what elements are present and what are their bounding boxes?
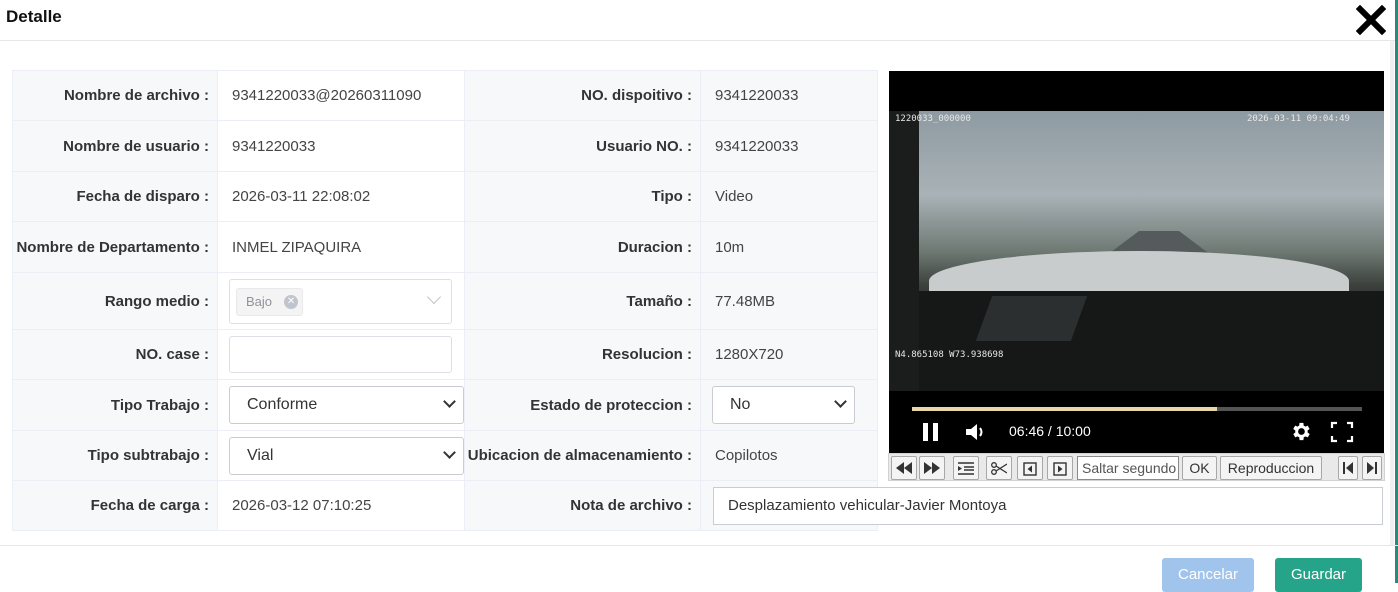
rewind-icon [896,462,912,474]
duration-label: Duracion [464,221,701,273]
osd-gps: N4.865108 W73.938698 [895,350,1004,360]
note-label: Nota de archivo [464,480,701,531]
work-type-value: Conforme [247,396,318,413]
range-tag: Bajo ✕ [236,287,304,316]
volume-icon[interactable] [965,422,987,442]
trigger-date-value: 2026-03-11 22:08:02 [217,171,465,222]
list-indent-icon [958,462,974,475]
close-button[interactable] [1355,4,1387,36]
rewind-button[interactable] [891,456,917,480]
chevron-down-icon [443,445,456,459]
time-display: 06:46 / 10:00 [1009,423,1091,439]
dialog-header: Detalle [0,0,1398,41]
user-no-label: Usuario NO. [464,120,701,172]
video-frame [889,111,1384,391]
next-frame-button[interactable] [1047,456,1073,480]
range-label: Rango medio [12,272,218,330]
skip-start-icon [1343,462,1353,474]
detail-form: Nombre de archivo 9341220033@20260311090… [12,70,878,531]
size-value: 77.48MB [700,272,878,330]
protection-select[interactable]: No [712,386,855,424]
type-label: Tipo [464,171,701,222]
next-frame-icon [1053,462,1067,476]
work-type-label: Tipo Trabajo [12,379,218,431]
file-name-label: Nombre de archivo [12,70,218,121]
upload-date-label: Fecha de carga [12,480,218,531]
chevron-down-icon [834,395,847,408]
skip-start-button[interactable] [1338,456,1358,480]
fast-forward-icon [924,462,940,474]
close-icon [1355,4,1387,36]
user-name-value: 9341220033 [217,120,465,172]
seek-ok-button[interactable]: OK [1182,456,1217,480]
skip-end-button[interactable] [1362,456,1382,480]
storage-value: Copilotos [700,430,878,481]
fast-forward-button[interactable] [919,456,945,480]
department-label: Nombre de Departamento [12,221,218,273]
protection-value: No [730,396,751,413]
department-value: INMEL ZIPAQUIRA [217,221,465,273]
progress-fill [912,407,1217,411]
file-name-value: 9341220033@20260311090 [232,87,422,104]
prev-frame-button[interactable] [1017,456,1043,480]
case-no-label: NO. case [12,329,218,380]
range-select[interactable]: Bajo ✕ [229,278,452,324]
osd-device: 1220033_000000 [895,114,971,124]
prev-frame-icon [1023,462,1037,476]
scrollbar-track[interactable] [1390,41,1394,546]
work-subtype-label: Tipo subtrabajo [12,430,218,481]
trigger-date-label: Fecha de disparo [12,171,218,222]
video-player[interactable]: 1220033_000000 2026-03-11 09:04:49 N4.86… [889,71,1384,453]
duration-value: 10m [700,221,878,273]
chevron-down-icon [426,289,442,304]
skip-end-icon [1367,462,1377,474]
cancel-button[interactable]: Cancelar [1162,558,1254,592]
note-input[interactable]: Desplazamiento vehicular-Javier Montoya [713,487,1383,525]
resolution-value: 1280X720 [700,329,878,380]
device-no-value: 9341220033 [700,70,878,121]
scissors-icon [991,462,1007,475]
size-label: Tamaño [464,272,701,330]
osd-datetime: 2026-03-11 09:04:49 [1247,114,1350,124]
footer-divider [0,545,1398,546]
case-no-input[interactable] [229,336,452,373]
type-value: Video [700,171,878,222]
user-no-value: 9341220033 [700,120,878,172]
protection-label: Estado de proteccion [464,379,701,431]
seek-seconds-input[interactable]: Saltar segundo [1077,456,1179,480]
video-control-bar: Saltar segundo OK Reproduccion [888,453,1385,481]
device-no-label: NO. dispoitivo [464,70,701,121]
cut-button[interactable] [986,456,1012,480]
tag-close-icon[interactable]: ✕ [284,294,299,309]
upload-date-value: 2026-03-12 07:10:25 [217,480,465,531]
range-tag-label: Bajo [246,293,273,309]
storage-label: Ubicacion de almacenamiento [464,430,701,481]
playback-button[interactable]: Reproduccion [1220,456,1322,480]
save-button[interactable]: Guardar [1275,558,1362,592]
work-subtype-value: Vial [247,446,274,464]
work-subtype-select[interactable]: Vial [229,436,464,475]
chevron-down-icon [443,395,456,408]
dialog-title: Detalle [6,7,62,26]
resolution-label: Resolucion [464,329,701,380]
work-type-select[interactable]: Conforme [229,386,464,424]
gear-icon[interactable] [1289,420,1312,443]
fullscreen-icon[interactable] [1330,421,1354,443]
indent-button[interactable] [953,456,979,480]
progress-bar[interactable] [912,407,1362,411]
user-name-label: Nombre de usuario [12,120,218,172]
pause-icon[interactable] [922,422,940,442]
